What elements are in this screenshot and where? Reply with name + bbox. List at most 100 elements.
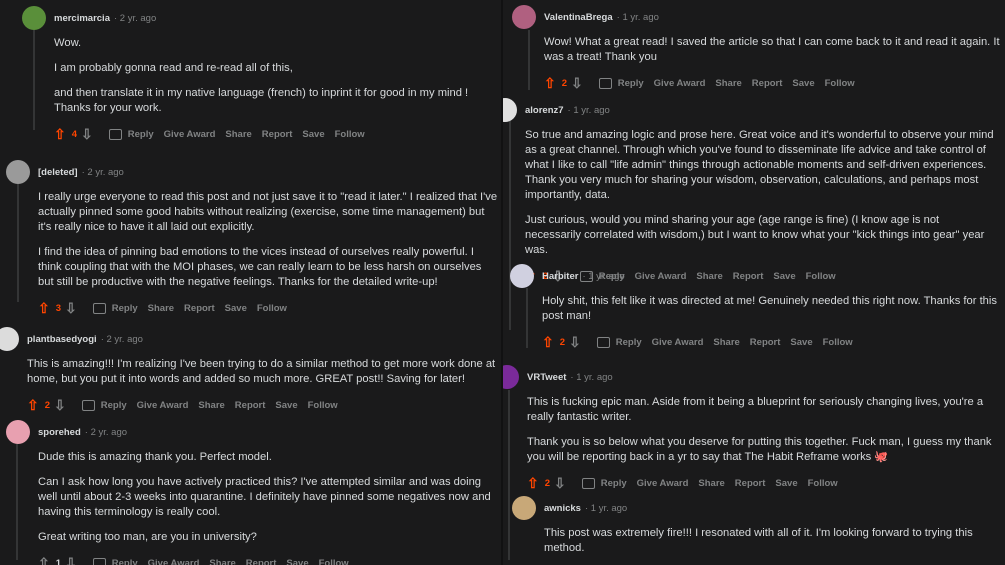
thread-line[interactable] xyxy=(509,120,511,330)
vote-controls: ⇧ 2⇩ xyxy=(527,475,566,492)
author-name[interactable]: plantbasedyogi xyxy=(27,334,97,345)
report-button[interactable]: Report xyxy=(752,78,783,89)
downvote-icon[interactable]: ⇩ xyxy=(65,300,77,317)
save-button[interactable]: Save xyxy=(225,303,247,314)
report-button[interactable]: Report xyxy=(735,478,766,489)
reply-button[interactable]: Reply xyxy=(92,557,138,565)
avatar[interactable] xyxy=(503,98,517,122)
save-button[interactable]: Save xyxy=(275,400,297,411)
share-button[interactable]: Share xyxy=(148,303,174,314)
give-award-button[interactable]: Give Award xyxy=(164,129,216,140)
give-award-button[interactable]: Give Award xyxy=(652,337,704,348)
downvote-icon[interactable]: ⇩ xyxy=(554,475,566,492)
avatar[interactable] xyxy=(0,327,19,351)
author-name[interactable]: awnicks xyxy=(544,503,581,514)
avatar[interactable] xyxy=(6,420,30,444)
comment-actions: ⇧ 4 ⇩ Reply Give Award Share Report Save Follow xyxy=(54,124,494,144)
upvote-icon[interactable]: ⇧ xyxy=(542,334,554,351)
downvote-icon[interactable]: ⇩ xyxy=(571,75,583,92)
upvote-icon[interactable]: ⇧ xyxy=(527,475,539,492)
author-name[interactable]: [deleted] xyxy=(38,167,78,178)
upvote-icon[interactable]: ⇧ xyxy=(54,126,66,143)
vote-score: 2 xyxy=(44,399,51,411)
right-comment-column: ValentinaBrega · 1 yr. ago Wow! What a gre… xyxy=(503,0,1005,565)
thread-line[interactable] xyxy=(17,184,19,302)
follow-button[interactable]: Follow xyxy=(825,78,855,89)
save-button[interactable]: Save xyxy=(792,78,814,89)
comment-text: Wow! What a great read! I saved the arti… xyxy=(544,36,1000,63)
thread-line[interactable] xyxy=(508,390,510,560)
vote-score: 2 xyxy=(544,477,551,489)
vote-controls: ⇧ 2⇩ xyxy=(27,397,66,414)
share-button[interactable]: Share xyxy=(209,558,235,565)
comment-actions: ⇧ 2⇩ Reply Give Award Share Report Save Follow xyxy=(527,473,997,493)
reply-button[interactable]: Reply xyxy=(598,77,644,89)
upvote-icon[interactable]: ⇧ xyxy=(544,75,556,92)
report-button[interactable]: Report xyxy=(750,337,781,348)
downvote-icon[interactable]: ⇩ xyxy=(569,334,581,351)
avatar[interactable] xyxy=(22,6,46,30)
comment-age: · 1 yr. ago xyxy=(616,11,659,23)
author-name[interactable]: ValentinaBrega xyxy=(544,12,613,23)
vote-controls: ⇧ 2⇩ xyxy=(542,334,581,351)
report-button[interactable]: Report xyxy=(246,558,277,565)
upvote-icon[interactable]: ⇧ xyxy=(38,555,50,565)
share-button[interactable]: Share xyxy=(715,78,741,89)
thread-line[interactable] xyxy=(33,30,35,130)
reply-button[interactable]: Reply xyxy=(108,128,154,140)
comment-text: Thank you is so below what you deserve f… xyxy=(527,436,992,463)
reply-icon xyxy=(596,336,610,348)
share-button[interactable]: Share xyxy=(225,129,251,140)
author-name[interactable]: alorenz7 xyxy=(525,105,564,116)
comment-age: · 1 yr. ago xyxy=(582,270,625,282)
save-button[interactable]: Save xyxy=(790,337,812,348)
reply-button[interactable]: Reply xyxy=(596,336,642,348)
author-name[interactable]: VRTweet xyxy=(527,372,566,383)
upvote-icon[interactable]: ⇧ xyxy=(38,300,50,317)
avatar[interactable] xyxy=(512,5,536,29)
downvote-icon[interactable]: ⇩ xyxy=(81,126,93,143)
comment-age: · 2 yr. ago xyxy=(84,426,128,438)
comment-age: · 2 yr. ago xyxy=(81,166,124,178)
comment-header: [deleted] · 2 yr. ago xyxy=(6,160,498,184)
follow-button[interactable]: Follow xyxy=(319,558,349,565)
report-button[interactable]: Report xyxy=(262,129,293,140)
give-award-button[interactable]: Give Award xyxy=(148,558,200,565)
save-button[interactable]: Save xyxy=(286,558,308,565)
downvote-icon[interactable]: ⇩ xyxy=(65,555,77,565)
upvote-icon[interactable]: ⇧ xyxy=(27,397,39,414)
reply-button[interactable]: Reply xyxy=(92,302,138,314)
vote-score: 4 xyxy=(71,128,78,140)
author-name[interactable]: mercimarcia xyxy=(54,13,110,24)
follow-button[interactable]: Follow xyxy=(823,337,853,348)
report-button[interactable]: Report xyxy=(235,400,266,411)
reply-button[interactable]: Reply xyxy=(81,399,127,411)
avatar[interactable] xyxy=(6,160,30,184)
follow-button[interactable]: Follow xyxy=(308,400,338,411)
follow-button[interactable]: Follow xyxy=(257,303,287,314)
reply-button[interactable]: Reply xyxy=(581,477,627,489)
reply-icon xyxy=(92,557,106,565)
report-button[interactable]: Report xyxy=(184,303,215,314)
share-button[interactable]: Share xyxy=(698,478,724,489)
follow-button[interactable]: Follow xyxy=(335,129,365,140)
thread-line[interactable] xyxy=(16,444,18,560)
avatar[interactable] xyxy=(512,496,536,520)
give-award-button[interactable]: Give Award xyxy=(137,400,189,411)
give-award-button[interactable]: Give Award xyxy=(654,78,706,89)
comment-header: mercimarcia · 2 yr. ago xyxy=(22,6,494,30)
save-button[interactable]: Save xyxy=(775,478,797,489)
share-button[interactable]: Share xyxy=(198,400,224,411)
thread-line[interactable] xyxy=(526,288,528,348)
vote-score: 1 xyxy=(55,557,62,565)
give-award-button[interactable]: Give Award xyxy=(637,478,689,489)
author-name[interactable]: Harbiter xyxy=(542,271,578,282)
avatar[interactable] xyxy=(503,365,519,389)
author-name[interactable]: sporehed xyxy=(38,427,81,438)
downvote-icon[interactable]: ⇩ xyxy=(54,397,66,414)
avatar[interactable] xyxy=(510,264,534,288)
save-button[interactable]: Save xyxy=(302,129,324,140)
share-button[interactable]: Share xyxy=(713,337,739,348)
thread-line[interactable] xyxy=(528,30,530,90)
follow-button[interactable]: Follow xyxy=(808,478,838,489)
